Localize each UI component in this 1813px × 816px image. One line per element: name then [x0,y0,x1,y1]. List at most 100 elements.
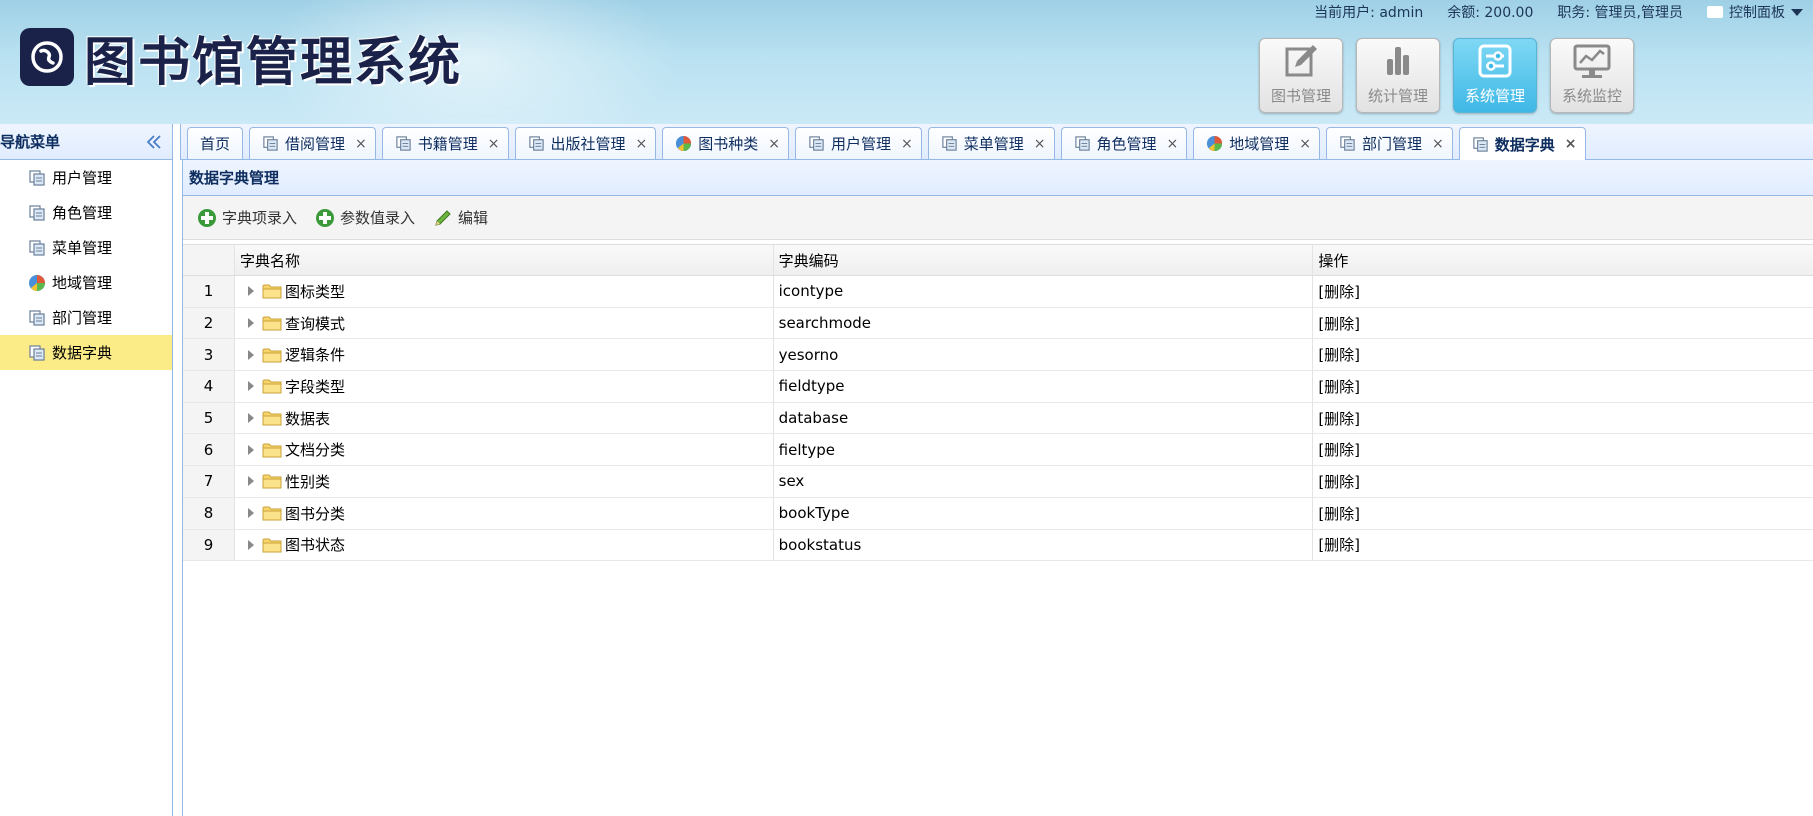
nav-item-label: 地域管理 [52,274,113,292]
table-row[interactable]: 2 查询模式 searchmode [删除] [183,307,1813,340]
dict-code: icontype [774,276,1314,307]
pages-icon [28,239,46,257]
tab[interactable]: 借阅管理 × [249,127,376,159]
close-icon[interactable]: × [636,136,648,152]
nav-item[interactable]: 菜单管理 [0,230,172,265]
add-icon [316,208,335,227]
close-icon[interactable]: × [901,136,913,152]
close-icon[interactable]: × [1299,136,1311,152]
close-icon[interactable]: × [1167,136,1179,152]
close-icon[interactable]: × [1565,136,1577,152]
toolbar: 字典项录入 参数值录入 编辑 [183,196,1813,240]
tab[interactable]: 菜单管理 × [927,127,1055,159]
header: 图书馆管理系统 当前用户: admin 余额: 200.00 职务: 管理员,管… [0,0,1813,124]
delete-link[interactable]: [删除] [1318,344,1360,365]
table-row[interactable]: 1 图标类型 icontype [删除] [183,276,1813,308]
pages-icon [395,135,412,152]
tab[interactable]: 用户管理 × [795,127,922,159]
edit-button[interactable]: 编辑 [433,207,488,228]
column-header-operation[interactable]: 操作 [1313,245,1813,275]
data-dictionary-panel: 数据字典管理 字典项录入 参数值录入 编辑 字典名称 字典编码 操作 1 图标类… [182,160,1813,816]
tab[interactable]: 书籍管理 × [381,127,509,159]
table-row[interactable]: 7 性别类 sex [删除] [183,466,1813,498]
tab[interactable]: 图书种类 × [662,127,790,159]
add-icon [198,208,216,227]
expand-arrow-icon[interactable] [247,476,254,487]
pages-icon [28,169,46,187]
dict-code: database [774,402,1314,434]
expand-arrow-icon[interactable] [247,349,254,360]
delete-link[interactable]: [删除] [1318,503,1360,524]
tab[interactable]: 出版社管理 × [514,127,657,159]
nav-item[interactable]: 角色管理 [0,195,172,230]
add-param-value-label: 参数值录入 [340,209,416,227]
dict-name-cell: 数据表 [235,402,774,434]
expand-arrow-icon[interactable] [247,381,254,392]
tab-label: 地域管理 [1229,135,1290,153]
nav-item[interactable]: 数据字典 [0,335,172,370]
dict-code: bookstatus [774,529,1314,561]
tab-label: 角色管理 [1096,135,1157,153]
delete-link[interactable]: [删除] [1318,408,1360,429]
close-icon[interactable]: × [1432,136,1444,152]
tabs-bar: 首页 借阅管理 × 书籍管理 × 出版社管理 × 图书种类 × 用户管理 × 菜单管理 × 角色管理 × 地域… [180,124,1813,160]
module-statistics[interactable]: 统计管理 [1356,38,1440,113]
tab-label: 菜单管理 [963,135,1024,153]
table-row[interactable]: 8 图书分类 bookType [删除] [183,497,1813,530]
delete-link[interactable]: [删除] [1318,376,1360,397]
dict-code: searchmode [774,307,1314,339]
close-icon[interactable]: × [1034,136,1046,152]
expand-arrow-icon[interactable] [247,539,254,550]
control-panel-menu[interactable]: 控制面板 [1707,2,1803,22]
expand-arrow-icon[interactable] [247,508,254,519]
double-chevron-left-icon[interactable] [144,132,164,152]
close-icon[interactable]: × [768,136,780,152]
folder-icon [262,410,282,426]
dict-code: fieltype [774,434,1314,466]
grid-header: 字典名称 字典编码 操作 [183,245,1813,276]
close-icon[interactable]: × [355,136,367,152]
nav-header: 导航菜单 [0,124,172,160]
pages-icon [28,344,46,362]
nav-title: 导航菜单 [0,133,61,151]
folder-icon [262,378,282,394]
delete-link[interactable]: [删除] [1318,471,1360,492]
delete-link[interactable]: [删除] [1318,534,1360,555]
delete-link[interactable]: [删除] [1318,439,1360,460]
close-icon[interactable]: × [488,136,500,152]
tab[interactable]: 首页 [187,127,244,159]
operation-cell: [删除] [1313,498,1813,529]
table-row[interactable]: 3 逻辑条件 yesorno [删除] [183,339,1813,372]
delete-link[interactable]: [删除] [1318,281,1360,302]
table-row[interactable]: 4 字段类型 fieldtype [删除] [183,371,1813,403]
pages-icon [262,135,279,152]
delete-link[interactable]: [删除] [1318,313,1360,334]
folder-icon [262,315,282,331]
nav-item[interactable]: 地域管理 [0,265,172,300]
column-header-name[interactable]: 字典名称 [235,245,774,275]
dict-name-cell: 文档分类 [235,434,774,466]
add-dict-item-button[interactable]: 字典项录入 [197,207,297,228]
tab[interactable]: 部门管理 × [1326,127,1453,159]
logo: 图书馆管理系统 [20,22,462,93]
tab[interactable]: 地域管理 × [1193,127,1321,159]
column-header-code[interactable]: 字典编码 [774,245,1314,275]
module-system-management[interactable]: 系统管理 [1453,38,1537,113]
module-system-monitor[interactable]: 系统监控 [1550,38,1634,113]
add-param-value-button[interactable]: 参数值录入 [315,207,415,228]
tab-label: 用户管理 [831,135,892,153]
expand-arrow-icon[interactable] [247,444,254,455]
expand-arrow-icon[interactable] [247,286,254,297]
tab[interactable]: 角色管理 × [1060,127,1188,159]
module-book-management[interactable]: 图书管理 [1259,38,1343,113]
expand-arrow-icon[interactable] [247,413,254,424]
tab[interactable]: 数据字典 × [1458,127,1586,160]
nav-item[interactable]: 用户管理 [0,160,172,195]
table-row[interactable]: 9 图书状态 bookstatus [删除] [183,529,1813,562]
table-row[interactable]: 6 文档分类 fieltype [删除] [183,434,1813,467]
table-row[interactable]: 5 数据表 database [删除] [183,402,1813,435]
module-label: 系统管理 [1464,87,1525,105]
expand-arrow-icon[interactable] [247,318,254,329]
header-row-number [183,245,235,275]
nav-item[interactable]: 部门管理 [0,300,172,335]
